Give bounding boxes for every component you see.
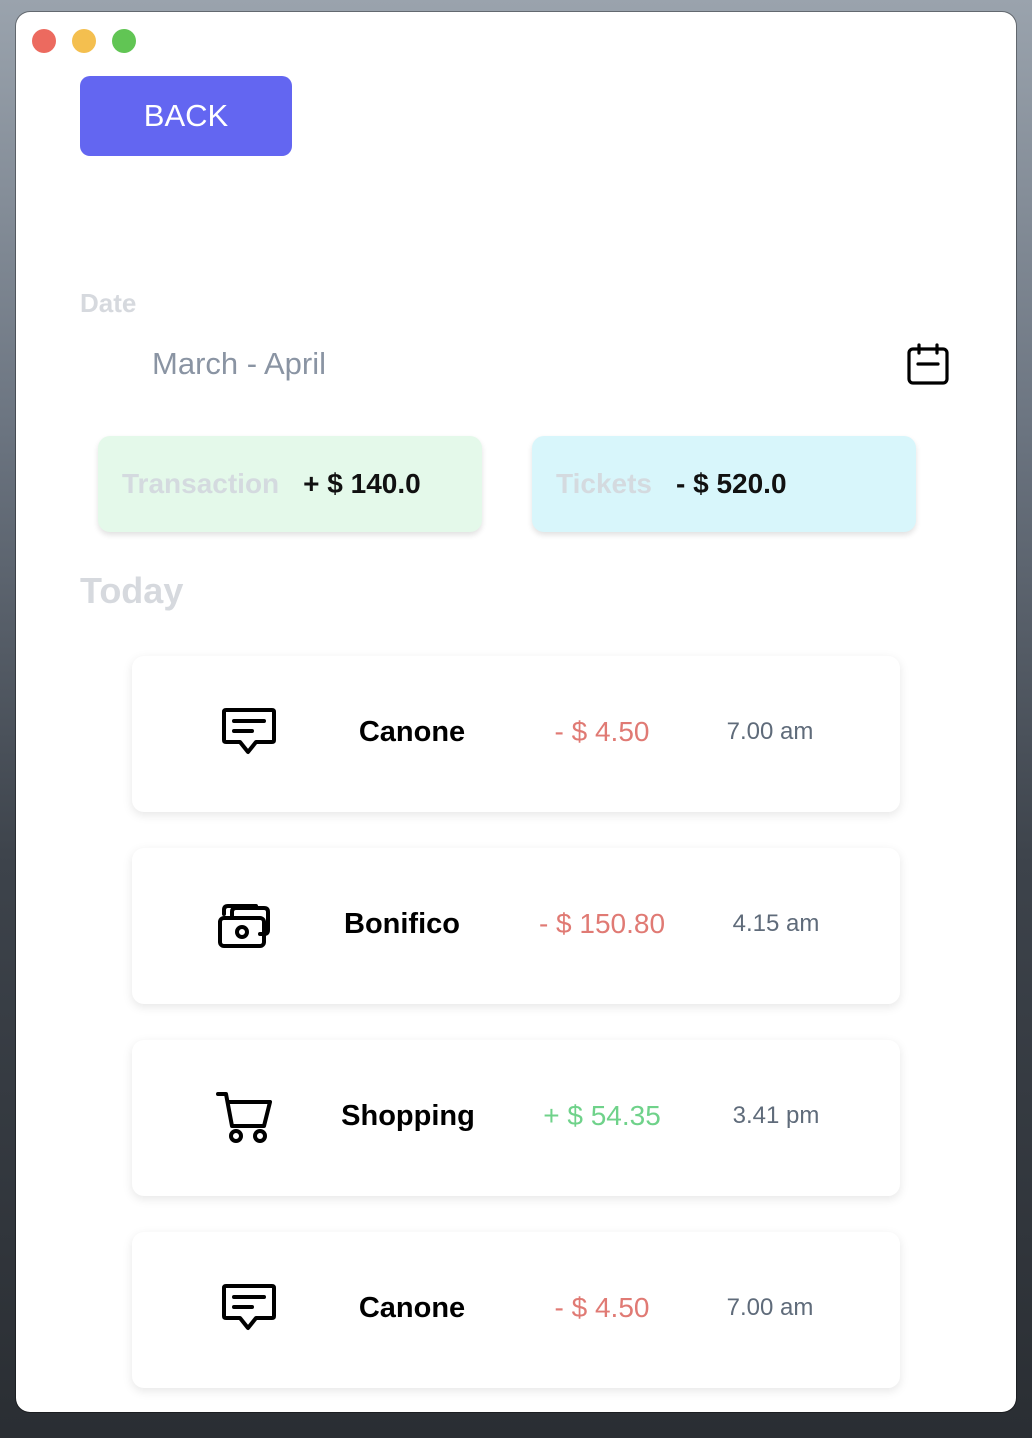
section-title: Today xyxy=(80,570,184,611)
transaction-amount: - $ 150.80 xyxy=(538,908,666,939)
transaction-time: 4.15 am xyxy=(732,910,820,937)
transaction-name: Bonifico xyxy=(344,908,460,940)
transaction-amount: - $ 4.50 xyxy=(554,1292,650,1323)
cash-icon xyxy=(218,904,270,948)
transaction-amount: + $ 54.35 xyxy=(543,1100,661,1131)
transaction-card[interactable]: Bonifico - $ 150.80 4.15 am xyxy=(132,848,900,1004)
shopping-cart-icon xyxy=(216,1092,272,1143)
transaction-card[interactable]: Shopping + $ 54.35 3.41 pm xyxy=(132,1040,900,1196)
transaction-time: 3.41 pm xyxy=(732,1102,820,1129)
calendar-icon[interactable] xyxy=(906,342,950,386)
date-range-value[interactable]: March - April xyxy=(152,346,326,382)
transaction-time: 7.00 am xyxy=(726,1294,814,1321)
close-window-button[interactable] xyxy=(32,29,56,53)
transaction-summary-label: Transaction xyxy=(122,468,280,499)
transaction-name: Canone xyxy=(358,716,466,748)
back-button[interactable]: BACK xyxy=(80,76,292,156)
zoom-window-button[interactable] xyxy=(112,29,136,53)
transaction-card[interactable]: Canone - $ 4.50 7.00 am xyxy=(132,656,900,812)
transaction-name: Shopping xyxy=(341,1100,475,1132)
window-controls xyxy=(32,29,136,53)
transaction-card[interactable]: Canone - $ 4.50 7.00 am xyxy=(132,1232,900,1388)
transaction-time: 7.00 am xyxy=(726,718,814,745)
tickets-summary-amount: - $ 520.0 xyxy=(676,468,787,499)
date-label: Date xyxy=(80,288,137,318)
transaction-summary-card: Transaction + $ 140.0 xyxy=(98,436,482,532)
message-icon xyxy=(222,1284,276,1330)
app-window: BACK Date March - April Transaction + $ … xyxy=(16,12,1016,1412)
minimize-window-button[interactable] xyxy=(72,29,96,53)
transaction-amount: - $ 4.50 xyxy=(554,716,650,747)
message-icon xyxy=(222,708,276,754)
tickets-summary-card: Tickets - $ 520.0 xyxy=(532,436,916,532)
tickets-summary-label: Tickets xyxy=(556,468,652,499)
transaction-summary-amount: + $ 140.0 xyxy=(303,468,421,499)
transaction-name: Canone xyxy=(358,1292,466,1324)
